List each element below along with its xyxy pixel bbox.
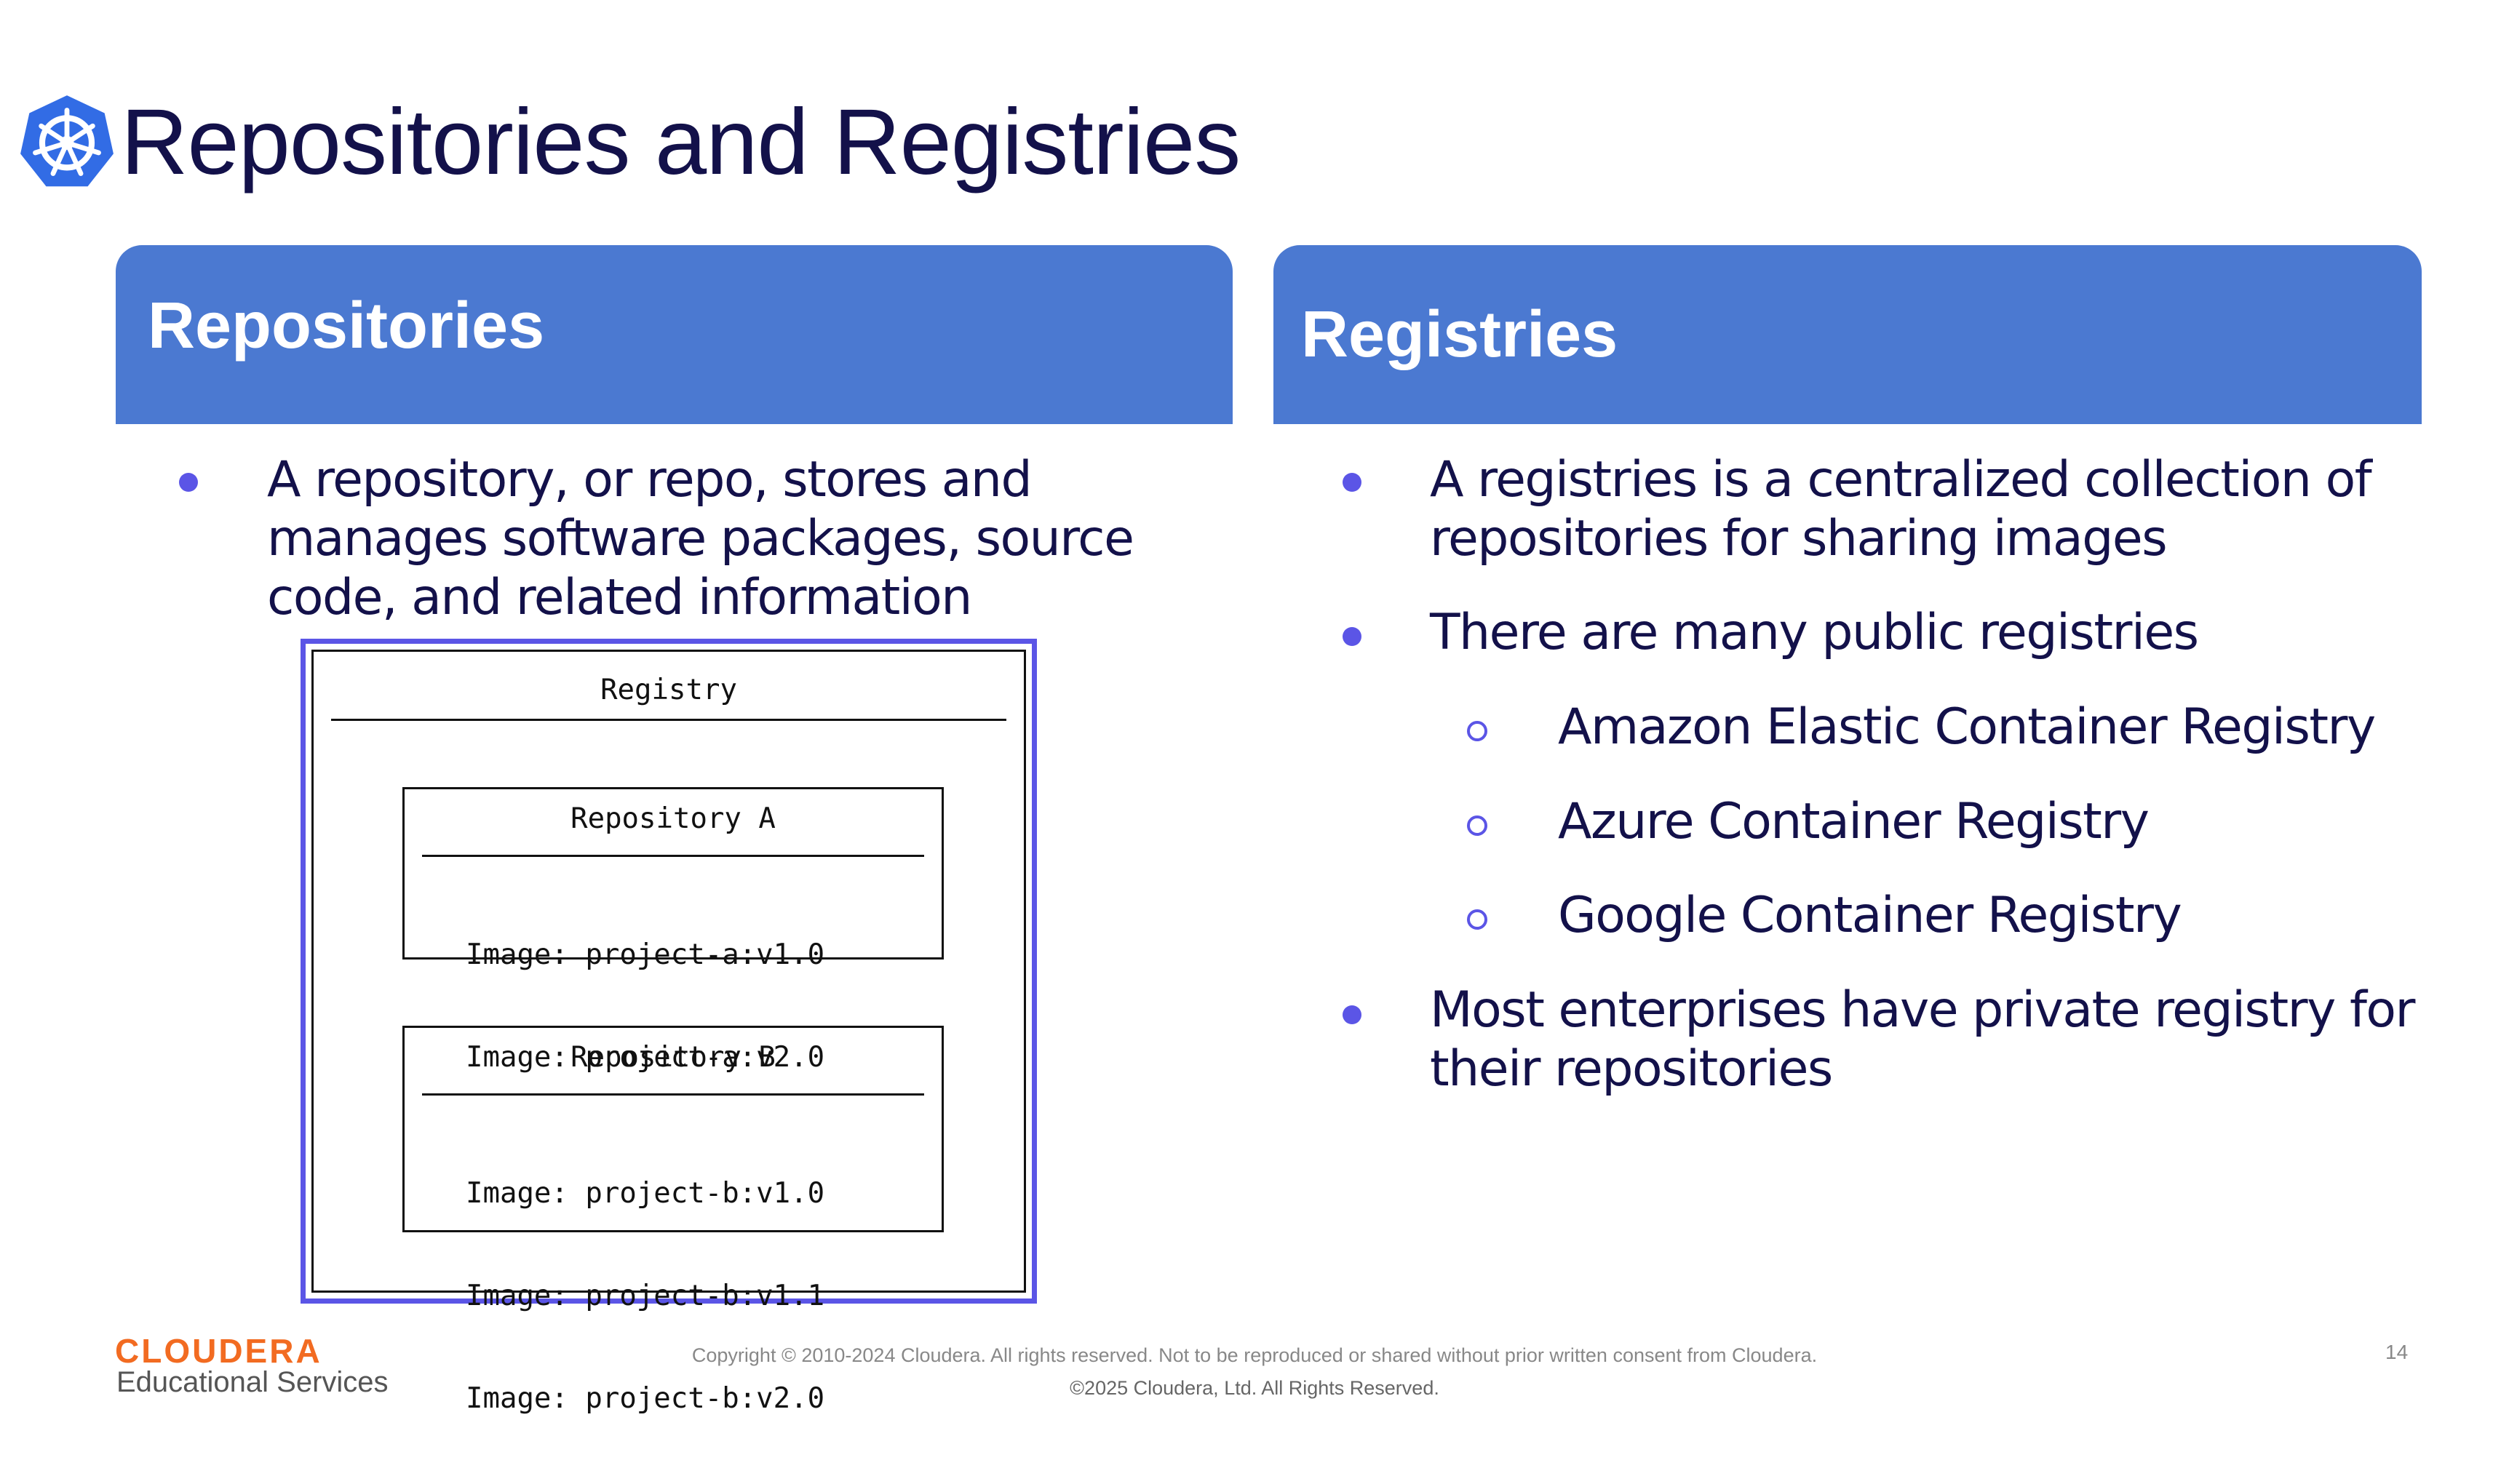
repository-bullet: A repository, or repo, stores and manage… (267, 451, 1134, 626)
sub-bullet-google: Google Container Registry (1558, 887, 2182, 944)
bullet-dot (1343, 1005, 1361, 1024)
repositories-header: Repositories (116, 245, 1233, 424)
divider (422, 855, 924, 857)
copyright-notice: Copyright © 2010-2024 Cloudera. All righ… (691, 1344, 1818, 1366)
kubernetes-helm-icon (20, 95, 114, 187)
registries-header: Registries (1273, 245, 2422, 424)
sub-bullet-ring (1467, 909, 1487, 930)
copyright-year: ©2025 Cloudera, Ltd. All Rights Reserved… (1070, 1377, 1439, 1399)
bullet-dot (179, 473, 198, 492)
repository-a-name: Repository A (570, 802, 776, 835)
bullet-dot (1343, 627, 1361, 646)
page-number: 14 (2385, 1341, 2409, 1363)
sub-bullet-ring (1467, 815, 1487, 836)
repository-b-box: Repository B Image: project-b:v1.0 Image… (402, 1026, 944, 1415)
bullet-dot (1343, 473, 1361, 492)
repository-b-name: Repository B (570, 1041, 776, 1074)
registries-heading: Registries (1301, 298, 1618, 371)
repository-b-images: Image: project-b:v1.0 Image: project-b:v… (466, 1177, 825, 1415)
sub-bullet-azure: Azure Container Registry (1558, 793, 2150, 850)
divider (422, 1093, 924, 1096)
registry-label: Registry (600, 674, 737, 706)
repository-a-box: Repository A Image: project-a:v1.0 Image… (402, 787, 944, 1074)
sub-bullet-aws: Amazon Elastic Container Registry (1558, 698, 2376, 756)
registry-box: Registry Repository A Image: project-a:v… (311, 650, 1026, 1415)
repositories-heading: Repositories (148, 290, 545, 362)
registries-definition-bullet: A registries is a centralized collection… (1430, 451, 2372, 567)
public-registries-bullet: There are many public registries (1430, 604, 2199, 661)
sub-bullet-ring (1467, 721, 1487, 741)
page-title: Repositories and Registries (121, 89, 1241, 194)
registry-diagram: Registry Repository A Image: project-a:v… (301, 639, 1037, 1415)
title-bar: Repositories and Registries (17, 87, 1241, 196)
divider (331, 719, 1006, 721)
private-registry-bullet: Most enterprises have private registry f… (1430, 981, 2415, 1098)
